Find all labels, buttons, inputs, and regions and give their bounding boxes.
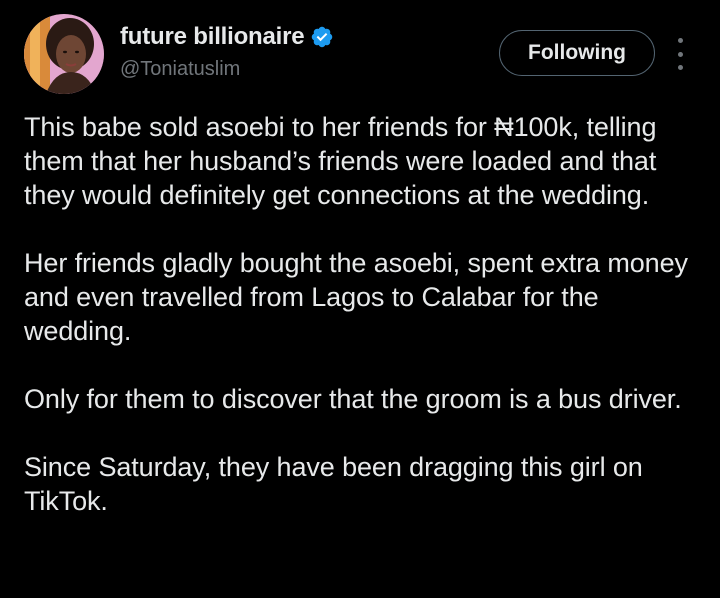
tweet-header: future billionaire @Toniatuslim Followin… <box>24 14 704 94</box>
tweet-paragraph: Since Saturday, they have been dragging … <box>24 452 643 516</box>
more-options-icon[interactable] <box>668 38 692 70</box>
avatar[interactable] <box>24 14 104 94</box>
tweet-paragraph: This babe sold asoebi to her friends for… <box>24 112 657 210</box>
verified-badge-icon <box>312 26 333 48</box>
tweet-paragraph: Only for them to discover that the groom… <box>24 384 682 414</box>
author-handle[interactable]: @Toniatuslim <box>120 58 334 81</box>
more-dot <box>677 51 683 57</box>
avatar-image <box>24 14 104 94</box>
tweet-paragraph: Her friends gladly bought the asoebi, sp… <box>24 248 688 346</box>
display-name[interactable]: future billionaire <box>120 23 305 51</box>
tweet-card: future billionaire @Toniatuslim Followin… <box>0 0 720 598</box>
more-dot <box>677 38 683 43</box>
author-identity: future billionaire @Toniatuslim <box>120 20 334 81</box>
name-row: future billionaire <box>120 20 334 54</box>
more-dot <box>677 65 683 70</box>
tweet-text: This babe sold asoebi to her friends for… <box>24 110 700 518</box>
following-button[interactable]: Following <box>499 30 655 76</box>
